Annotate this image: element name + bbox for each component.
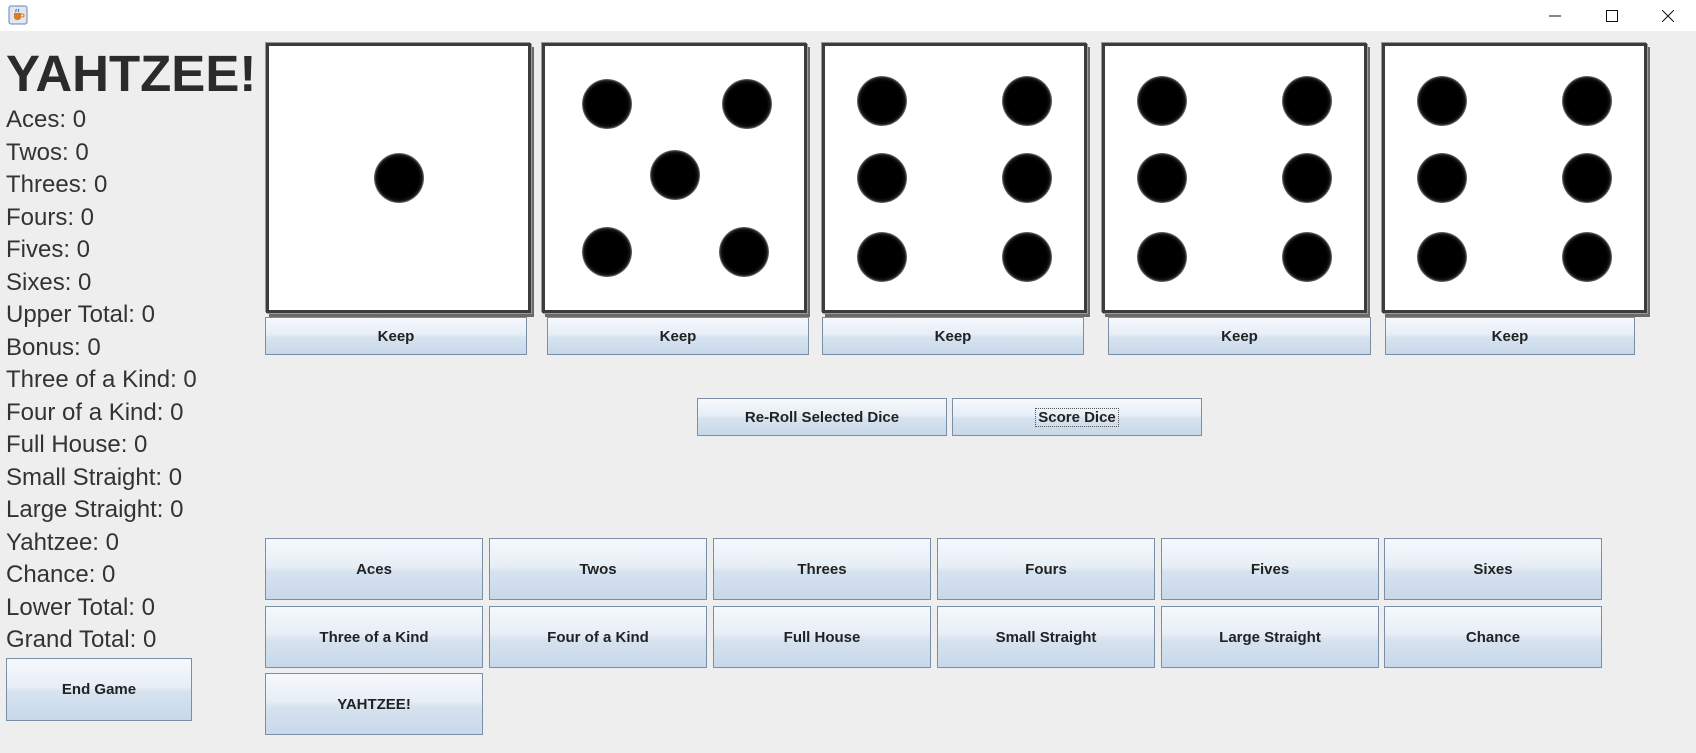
score-three-of-a-kind: Three of a Kind: 0	[6, 366, 197, 393]
die-pip	[1002, 76, 1053, 127]
die-pip	[582, 79, 633, 130]
die-pip	[856, 76, 907, 127]
score-lower-total: Lower Total: 0	[6, 593, 155, 621]
category-button-four-of-a-kind[interactable]: Four of a Kind	[489, 606, 707, 668]
category-button-three-of-a-kind[interactable]: Three of a Kind	[265, 606, 483, 668]
score-four-of-a-kind: Four of a Kind: 0	[6, 398, 184, 426]
score-list: Aces: 0 Twos: 0 Threes: 0 Fours: 0 Fives…	[6, 104, 197, 657]
score-dice-label: Score Dice	[1035, 407, 1119, 427]
category-button-small-straight[interactable]: Small Straight	[937, 606, 1155, 668]
die-pip	[1416, 76, 1467, 127]
keep-button-5[interactable]: Keep	[1385, 317, 1635, 355]
die-pip	[1562, 153, 1613, 203]
score-threes: Threes: 0	[6, 171, 108, 198]
die-pip	[856, 153, 907, 203]
score-upper-total: Upper Total: 0	[6, 301, 155, 328]
die-pip	[649, 150, 700, 201]
close-icon	[1662, 9, 1674, 22]
die-pip	[856, 232, 907, 283]
score-chance: Chance: 0	[6, 561, 116, 588]
die-pip	[1416, 153, 1467, 203]
die-pip	[722, 79, 773, 130]
die-pip	[1282, 76, 1333, 127]
die-1[interactable]	[266, 43, 531, 313]
close-button[interactable]	[1640, 0, 1696, 31]
score-bonus: Bonus: 0	[6, 333, 101, 361]
score-large-straight: Large Straight: 0	[6, 496, 184, 523]
app-title: YAHTZEE!	[6, 45, 257, 102]
category-button-fours[interactable]: Fours	[937, 538, 1155, 600]
die-pip	[719, 226, 770, 277]
category-button-threes[interactable]: Threes	[713, 538, 931, 600]
die-pip	[1282, 232, 1333, 283]
category-button-sixes[interactable]: Sixes	[1384, 538, 1602, 600]
reroll-button[interactable]: Re-Roll Selected Dice	[697, 398, 947, 436]
die-pip	[1002, 153, 1053, 203]
die-pip	[1562, 76, 1613, 127]
die-pip	[1562, 232, 1613, 283]
maximize-button[interactable]	[1584, 0, 1640, 31]
category-button-large-straight[interactable]: Large Straight	[1161, 606, 1379, 668]
score-aces: Aces: 0	[6, 106, 87, 133]
window-title-bar	[0, 0, 1696, 31]
score-fives: Fives: 0	[6, 236, 91, 263]
die-pip	[1136, 153, 1187, 203]
end-game-button[interactable]: End Game	[6, 658, 192, 721]
score-full-house: Full House: 0	[6, 431, 148, 458]
keep-button-4[interactable]: Keep	[1108, 317, 1371, 355]
die-pip	[1136, 232, 1187, 283]
die-3[interactable]	[822, 43, 1087, 313]
category-button-twos[interactable]: Twos	[489, 538, 707, 600]
die-5[interactable]	[1382, 43, 1647, 313]
category-button-chance[interactable]: Chance	[1384, 606, 1602, 668]
die-4[interactable]	[1102, 43, 1367, 313]
die-pip	[1282, 153, 1333, 203]
die-pip	[582, 226, 633, 277]
die-pip	[1002, 232, 1053, 283]
score-twos: Twos: 0	[6, 138, 89, 166]
category-button-aces[interactable]: Aces	[265, 538, 483, 600]
category-button-yahtzee[interactable]: YAHTZEE!	[265, 673, 483, 735]
score-grand-total: Grand Total: 0	[6, 626, 157, 653]
die-pip	[1416, 232, 1467, 283]
minimize-icon	[1549, 10, 1561, 22]
category-button-fives[interactable]: Fives	[1161, 538, 1379, 600]
maximize-icon	[1606, 9, 1618, 22]
keep-button-2[interactable]: Keep	[547, 317, 809, 355]
die-2[interactable]	[542, 43, 807, 313]
die-pip	[373, 153, 424, 203]
score-dice-button[interactable]: Score Dice	[952, 398, 1202, 436]
java-coffee-cup-icon	[8, 5, 28, 25]
score-small-straight: Small Straight: 0	[6, 463, 183, 491]
score-fours: Fours: 0	[6, 203, 95, 231]
score-sixes: Sixes: 0	[6, 268, 92, 296]
die-pip	[1136, 76, 1187, 127]
minimize-button[interactable]	[1527, 0, 1583, 31]
category-button-full-house[interactable]: Full House	[713, 606, 931, 668]
score-yahtzee: Yahtzee: 0	[6, 528, 119, 556]
keep-button-1[interactable]: Keep	[265, 317, 527, 355]
keep-button-3[interactable]: Keep	[822, 317, 1084, 355]
